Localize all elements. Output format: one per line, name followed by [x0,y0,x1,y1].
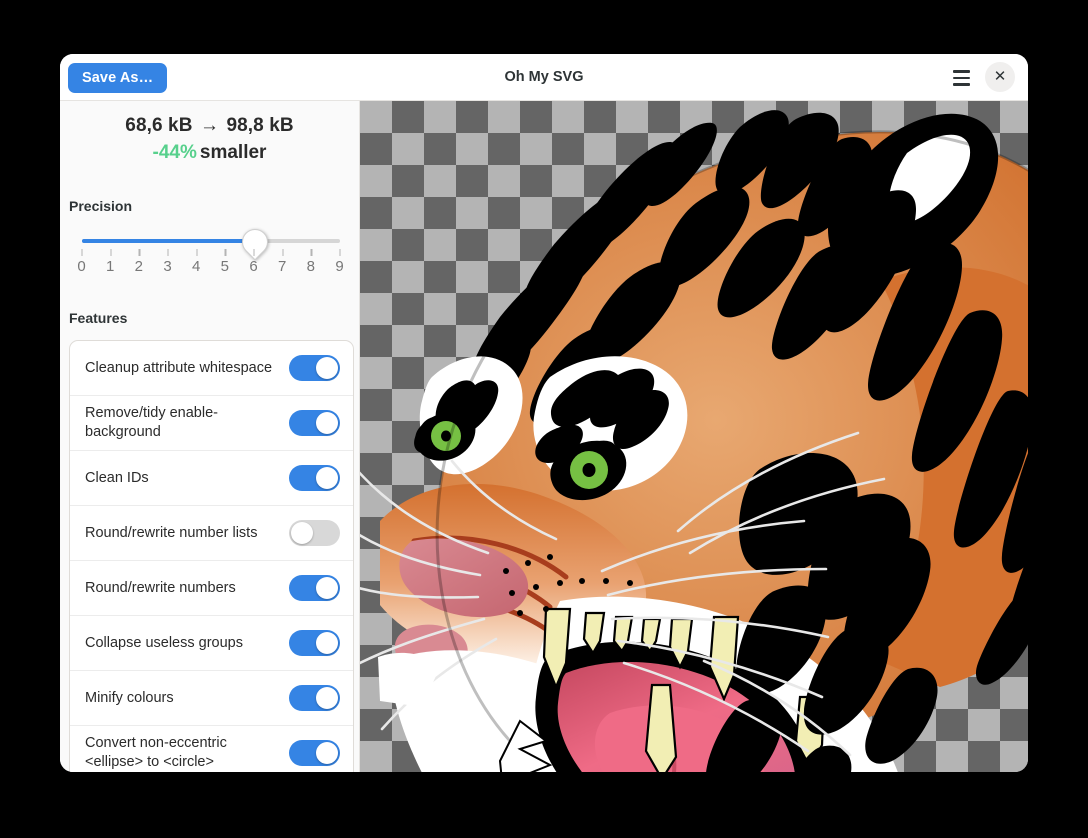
tick-label: 2 [129,258,149,275]
feature-label: Round/rewrite numbers [85,579,236,598]
slider-tick-3[interactable]: 3 [168,249,169,256]
toggle-knob [316,412,338,434]
tick-label: 9 [330,258,350,275]
slider-tick-1[interactable]: 1 [110,249,111,256]
feature-row[interactable]: Round/rewrite numbers [70,561,353,616]
feature-row[interactable]: Convert non-eccentric <ellipse> to <circ… [70,726,353,772]
tick-label: 8 [301,258,321,275]
save-as-button[interactable]: Save As… [68,63,167,93]
tick-mark [282,249,283,256]
feature-toggle[interactable] [289,575,340,601]
tiger-head-svg [360,101,1028,772]
size-delta: -44%smaller [60,142,359,164]
tick-label: 5 [215,258,235,275]
screen: Save As… Oh My SVG ✕ 68,6 kB → 98,8 kB -… [0,0,1088,838]
toggle-knob [291,522,313,544]
percent-value: -44% [153,142,197,163]
feature-row[interactable]: Collapse useless groups [70,616,353,671]
arrow-icon: → [198,115,221,136]
menu-line [953,70,970,72]
feature-toggle[interactable] [289,740,340,766]
feature-toggle[interactable] [289,410,340,436]
feature-row[interactable]: Cleanup attribute whitespace [70,341,353,396]
window-title: Oh My SVG [60,54,1028,101]
feature-label: Collapse useless groups [85,634,243,653]
slider-tick-5[interactable]: 5 [225,249,226,256]
header-bar: Save As… Oh My SVG ✕ [60,54,1028,101]
size-before: 68,6 kB [125,115,192,136]
tick-mark [168,249,169,256]
feature-row[interactable]: Remove/tidy enable-background [70,396,353,451]
toggle-knob [316,467,338,489]
feature-label: Convert non-eccentric <ellipse> to <circ… [85,734,275,772]
tick-mark [340,249,341,256]
features-list: Cleanup attribute whitespace Remove/tidy … [69,340,354,772]
features-heading: Features [69,310,359,326]
options-sidebar: 68,6 kB → 98,8 kB -44%smaller Precision … [60,101,360,772]
feature-label: Round/rewrite number lists [85,524,257,543]
close-icon[interactable]: ✕ [985,62,1015,92]
tick-mark [311,249,312,256]
slider-tick-0[interactable]: 0 [82,249,83,256]
tick-label: 1 [100,258,120,275]
slider-tick-4[interactable]: 4 [196,249,197,256]
feature-label: Clean IDs [85,469,149,488]
feature-toggle[interactable] [289,355,340,381]
slider-fill [82,239,254,243]
percent-word: smaller [197,142,267,163]
feature-toggle[interactable] [289,465,340,491]
toggle-knob [316,357,338,379]
feature-row[interactable]: Clean IDs [70,451,353,506]
toggle-knob [316,632,338,654]
slider-tick-row: 0123456789 [82,249,340,279]
feature-toggle[interactable] [289,630,340,656]
hamburger-menu-icon[interactable] [949,66,973,90]
feature-label: Minify colours [85,689,174,708]
feature-row[interactable]: Minify colours [70,671,353,726]
tick-mark [196,249,197,256]
toggle-knob [316,742,338,764]
precision-heading: Precision [69,198,359,214]
tick-mark [139,249,140,256]
feature-toggle[interactable] [289,520,340,546]
feature-toggle[interactable] [289,685,340,711]
slider-tick-2[interactable]: 2 [139,249,140,256]
toggle-knob [316,687,338,709]
menu-line [953,83,970,85]
feature-label: Remove/tidy enable-background [85,404,275,442]
tick-label: 7 [272,258,292,275]
slider-tick-6[interactable]: 6 [254,249,255,256]
tick-mark [82,249,83,256]
tick-mark [225,249,226,256]
toggle-knob [316,577,338,599]
feature-row[interactable]: Round/rewrite number lists [70,506,353,561]
tick-mark [254,249,255,256]
slider-tick-8[interactable]: 8 [311,249,312,256]
menu-line [953,77,970,79]
tick-label: 0 [72,258,92,275]
slider-tick-9[interactable]: 9 [340,249,341,256]
tick-label: 6 [244,258,264,275]
feature-label: Cleanup attribute whitespace [85,359,272,378]
app-window: Save As… Oh My SVG ✕ 68,6 kB → 98,8 kB -… [60,54,1028,772]
slider-tick-7[interactable]: 7 [282,249,283,256]
tick-label: 4 [186,258,206,275]
tick-label: 3 [158,258,178,275]
size-summary: 68,6 kB → 98,8 kB [60,115,359,137]
tick-mark [110,249,111,256]
size-after: 98,8 kB [226,115,293,136]
svg-preview-canvas[interactable] [360,101,1028,772]
precision-slider[interactable]: 0123456789 [82,236,340,282]
window-body: 68,6 kB → 98,8 kB -44%smaller Precision … [60,101,1028,772]
